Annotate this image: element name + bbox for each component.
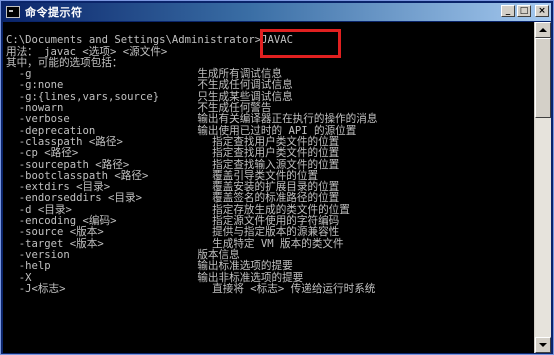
cmd-window: 命令提示符 _ □ × C:\Documents and Settings\Ad… <box>0 0 554 355</box>
vertical-scrollbar[interactable] <box>535 22 551 353</box>
console-line: -source <版本> 提供与指定版本的源兼容性 <box>6 226 340 239</box>
scroll-thumb[interactable] <box>535 38 551 118</box>
console-text: C:\Documents and Settings\Administrator>… <box>3 22 534 295</box>
console-line: -J<标志> 直接将 <标志> 传递给运行时系统 <box>6 282 376 295</box>
scroll-up-button[interactable] <box>535 22 551 38</box>
window-title: 命令提示符 <box>25 6 83 19</box>
close-button[interactable]: × <box>535 5 549 17</box>
arrow-up-icon <box>539 28 547 32</box>
arrow-down-icon <box>539 343 547 347</box>
maximize-button[interactable]: □ <box>517 5 531 17</box>
console-line: C:\Documents and Settings\Administrator>… <box>6 34 294 47</box>
console-line: -cp <路径> 指定查找用户类文件的位置 <box>6 147 340 160</box>
minimize-button[interactable]: _ <box>501 5 515 17</box>
title-bar[interactable]: 命令提示符 _ □ × <box>3 3 551 21</box>
console-line: -help 输出标准选项的提要 <box>6 260 293 273</box>
console-icon[interactable] <box>6 6 20 18</box>
console-output[interactable]: C:\Documents and Settings\Administrator>… <box>3 22 534 353</box>
scroll-down-button[interactable] <box>535 337 551 353</box>
client-area: C:\Documents and Settings\Administrator>… <box>3 22 551 353</box>
title-buttons: _ □ × <box>501 5 549 17</box>
console-line: -verbose 输出有关编译器正在执行的操作的消息 <box>6 113 378 126</box>
